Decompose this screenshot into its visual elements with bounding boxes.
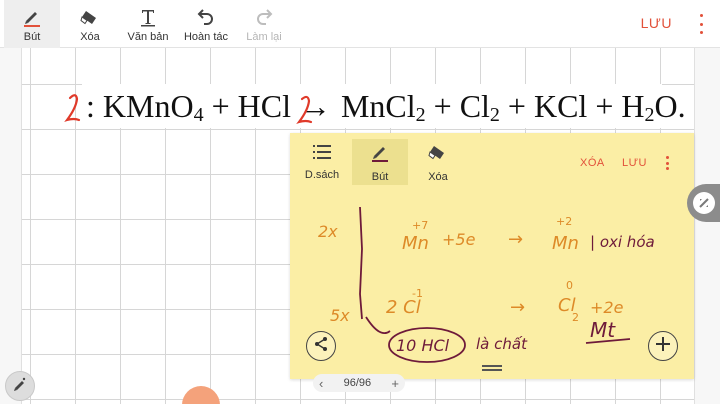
- add-icon: [655, 336, 671, 357]
- eq-part: : KMnO: [86, 88, 194, 124]
- eraser-icon: [428, 142, 448, 167]
- eq-sub: 2: [644, 104, 655, 126]
- eq-part: + KCl + H: [499, 88, 645, 124]
- row1-right-ox: +2: [556, 215, 572, 228]
- equation-line: : KMnO4 + HCl → MnCl2 + Cl2 + KCl + H2O.: [64, 84, 686, 128]
- eq-sub: 2: [489, 104, 500, 126]
- add-page-button[interactable]: +: [391, 377, 399, 390]
- undo-button[interactable]: Hoàn tác: [178, 0, 234, 48]
- save-button[interactable]: LƯU: [641, 15, 672, 31]
- pen-icon: [370, 142, 390, 167]
- row2-right-sub: 2: [572, 311, 579, 324]
- top-toolbar: Bút Xóa Văn bản Hoàn tác Làm lại LƯU: [0, 0, 720, 48]
- row1-electrons: +5e: [442, 230, 476, 249]
- handwriting-canvas[interactable]: 2x +7 Mn +5e → +2 Mn | oxi hóa -1 2 Cl →…: [290, 189, 694, 379]
- pen-tool-label: Bút: [23, 30, 41, 43]
- row3-circled: 10 HCl: [396, 336, 450, 355]
- page-navigator: ‹ 96/96 +: [313, 374, 405, 392]
- eq-part: + Cl: [425, 88, 490, 124]
- scroll-handle[interactable]: [687, 184, 720, 222]
- row2-right-ox: 0: [566, 279, 573, 292]
- row1-left-ox: +7: [412, 219, 428, 232]
- eq-sub: 2: [415, 104, 426, 126]
- note-pen-button[interactable]: Bút: [352, 139, 408, 185]
- pen-mode-button[interactable]: [5, 371, 35, 401]
- note-list-label: D.sách: [304, 168, 340, 181]
- add-button[interactable]: [648, 331, 678, 361]
- sticky-note[interactable]: D.sách Bút Xóa XÓA LƯU 2x +7 Mn +5e → +2…: [290, 133, 694, 379]
- eq-sub: 4: [193, 104, 204, 126]
- row1-note: | oxi hóa: [590, 233, 655, 251]
- row1-arrow: →: [508, 229, 523, 250]
- pen-icon: [21, 6, 43, 28]
- text-icon: [137, 6, 159, 28]
- eraser-tool-button[interactable]: Xóa: [62, 0, 118, 48]
- eraser-tool-label: Xóa: [80, 30, 100, 43]
- list-icon: [312, 144, 332, 165]
- prev-page-button[interactable]: ‹: [319, 377, 323, 390]
- row3-text: là chất: [476, 335, 528, 353]
- scroll-handle-icon: [693, 192, 715, 214]
- row1-left: Mn: [402, 233, 429, 254]
- eq-part: + HCl →: [203, 88, 339, 124]
- redo-button[interactable]: Làm lại: [236, 0, 292, 48]
- note-eraser-button[interactable]: Xóa: [410, 139, 466, 185]
- share-button[interactable]: [306, 331, 336, 361]
- note-more-icon[interactable]: [664, 156, 670, 170]
- left-margin: [0, 48, 22, 404]
- pen-mode-icon: [12, 376, 28, 397]
- text-tool-button[interactable]: Văn bản: [120, 0, 176, 48]
- eq-part: O.: [654, 88, 686, 124]
- note-scroll-indicator: [482, 365, 502, 371]
- share-icon: [313, 336, 329, 357]
- row2-coefficient: 5x: [330, 306, 350, 325]
- handwritten-coefficient-2b: [296, 95, 313, 124]
- note-list-button[interactable]: D.sách: [294, 139, 350, 185]
- note-pen-label: Bút: [371, 170, 389, 183]
- pen-tool-button[interactable]: Bút: [4, 0, 60, 48]
- more-options-icon[interactable]: [698, 14, 704, 34]
- row1-right: Mn: [552, 233, 579, 254]
- page-indicator: 96/96: [343, 377, 372, 389]
- text-tool-label: Văn bản: [127, 30, 169, 43]
- row2-arrow: →: [510, 297, 525, 318]
- equation-text: : KMnO4 + HCl → MnCl2 + Cl2 + KCl + H2O.: [86, 88, 686, 127]
- undo-icon: [195, 6, 217, 28]
- row2-electrons: +2e: [590, 298, 624, 317]
- redo-label: Làm lại: [246, 30, 282, 43]
- arrow-stroke: [365, 316, 391, 335]
- row3-word: Mt: [590, 318, 616, 342]
- note-delete-button[interactable]: XÓA: [580, 157, 605, 169]
- eq-part: MnCl: [340, 88, 416, 124]
- note-eraser-label: Xóa: [428, 170, 448, 183]
- undo-label: Hoàn tác: [183, 30, 229, 43]
- row2-left: 2 Cl: [386, 297, 421, 318]
- eraser-icon: [79, 6, 101, 28]
- right-margin: [694, 48, 720, 404]
- redo-icon: [253, 6, 275, 28]
- note-save-button[interactable]: LƯU: [622, 157, 647, 169]
- handwritten-coefficient-2: [64, 94, 81, 122]
- note-toolbar: D.sách Bút Xóa XÓA LƯU: [290, 133, 694, 189]
- row1-coefficient: 2x: [318, 222, 338, 241]
